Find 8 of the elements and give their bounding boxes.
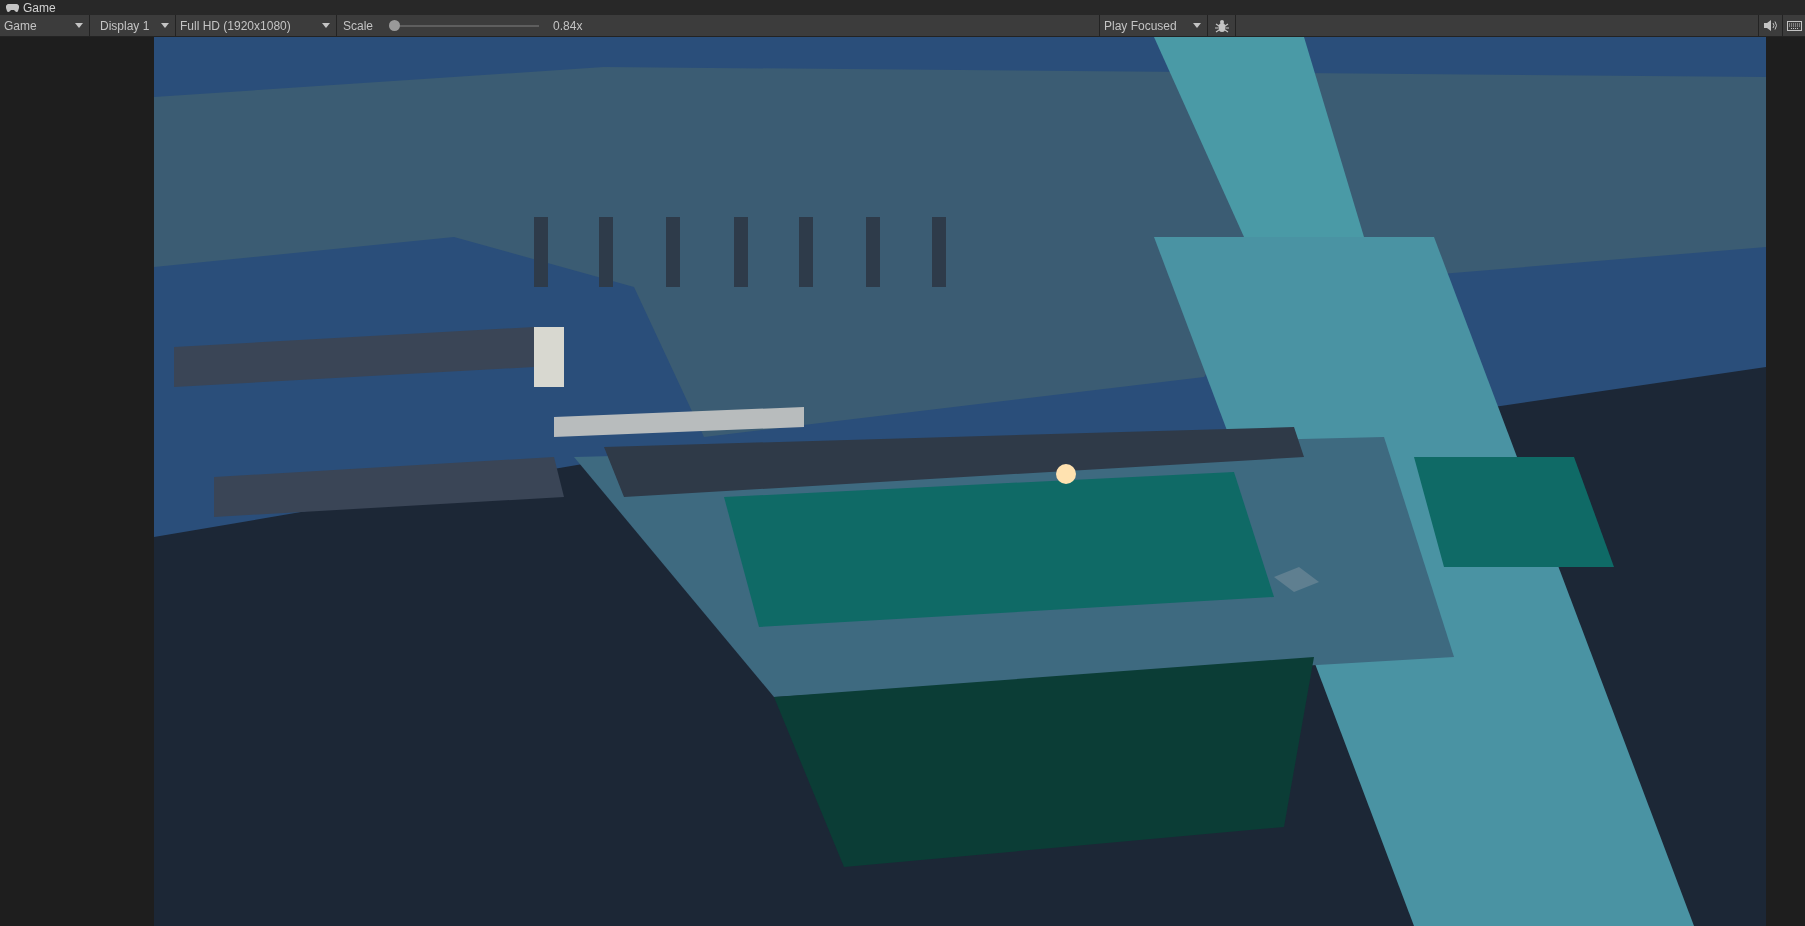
caret-icon bbox=[161, 23, 169, 28]
caret-icon bbox=[75, 23, 83, 28]
game-tab[interactable]: Game bbox=[0, 0, 62, 15]
caret-icon bbox=[322, 23, 330, 28]
caret-icon bbox=[1193, 23, 1201, 28]
scale-label: Scale bbox=[343, 18, 374, 33]
scale-reading: 0.84x bbox=[553, 18, 583, 33]
gamepad-icon bbox=[6, 3, 19, 12]
